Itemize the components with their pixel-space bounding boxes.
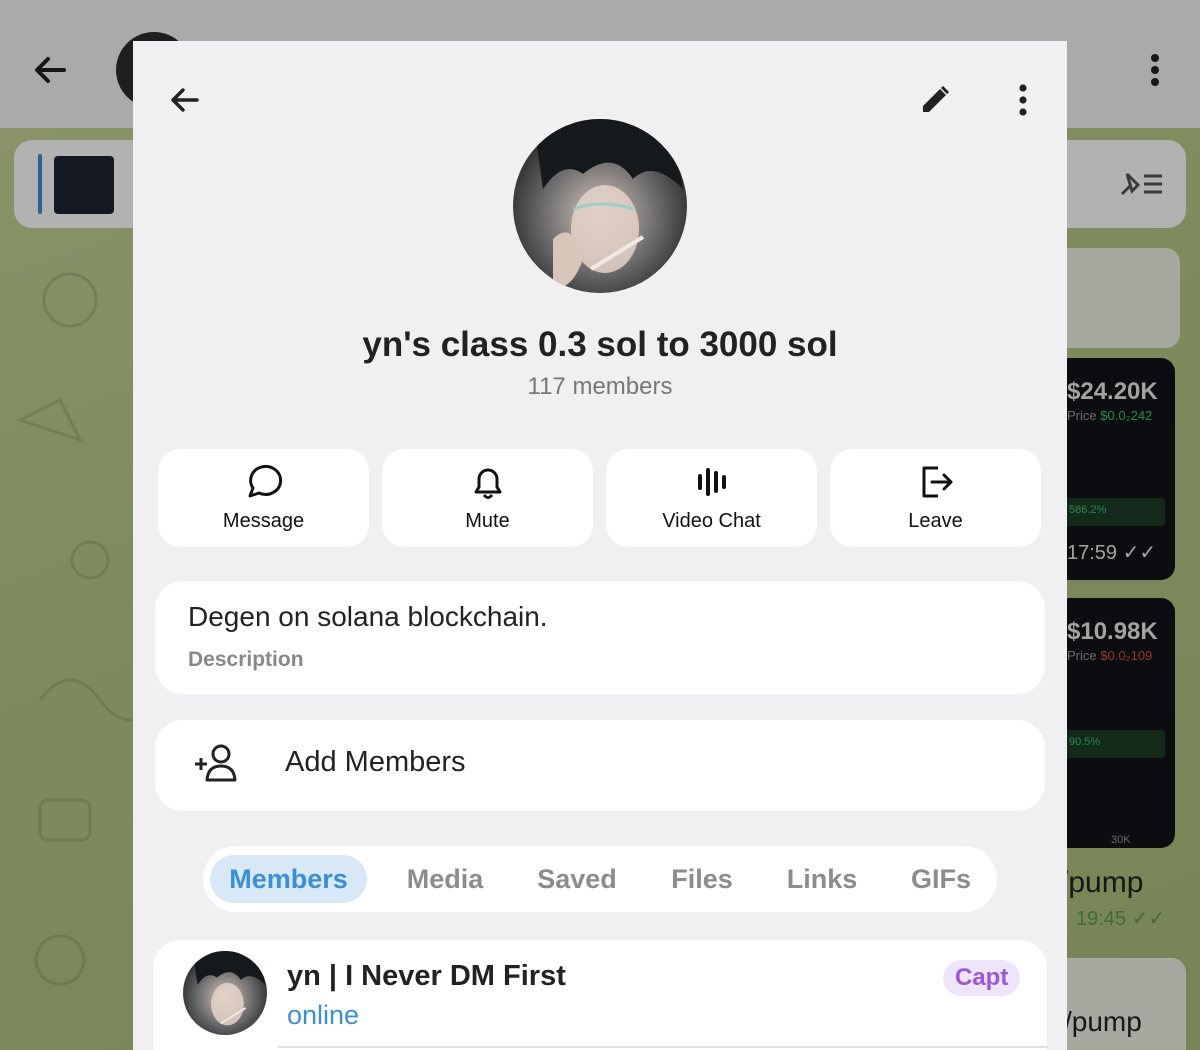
- admin-badge: Capt: [943, 960, 1021, 996]
- member-status: online: [287, 1000, 360, 1030]
- member-name: yn | I Never DM First: [287, 960, 566, 992]
- avatar: [183, 951, 267, 1035]
- leave-button[interactable]: Leave: [830, 449, 1041, 547]
- video-chat-label: Video Chat: [662, 510, 761, 532]
- mute-label: Mute: [465, 510, 510, 532]
- back-arrow-icon[interactable]: [160, 76, 208, 124]
- video-chat-icon: [692, 462, 732, 502]
- tab-links[interactable]: Links: [777, 855, 867, 903]
- edit-pencil-icon[interactable]: [911, 76, 959, 124]
- divider: [278, 1046, 1048, 1048]
- bell-icon: [468, 462, 508, 502]
- add-members-label: Add Members: [285, 746, 466, 778]
- members-list: yn | I Never DM First online Capt: [153, 940, 1048, 1050]
- tab-files[interactable]: Files: [663, 855, 741, 903]
- description-label: Description: [188, 648, 304, 671]
- media-tabs: Members Media Saved Files Links GIFs: [203, 846, 997, 912]
- tab-saved[interactable]: Saved: [529, 855, 625, 903]
- group-avatar[interactable]: [513, 119, 687, 293]
- mute-button[interactable]: Mute: [382, 449, 593, 547]
- message-button[interactable]: Message: [158, 449, 369, 547]
- description-text: Degen on solana blockchain.: [188, 601, 548, 632]
- message-label: Message: [222, 510, 305, 532]
- tab-media[interactable]: Media: [393, 855, 497, 903]
- member-row[interactable]: yn | I Never DM First online Capt: [153, 940, 1048, 1050]
- leave-label: Leave: [908, 510, 963, 532]
- add-member-icon: [192, 742, 240, 791]
- video-chat-button[interactable]: Video Chat: [606, 449, 817, 547]
- description-card: Degen on solana blockchain. Description: [155, 581, 1045, 694]
- group-title: yn's class 0.3 sol to 3000 sol: [362, 325, 838, 364]
- tab-members[interactable]: Members: [210, 855, 367, 903]
- more-vert-icon[interactable]: [999, 76, 1047, 124]
- members-count: 117 members: [527, 373, 673, 400]
- group-info-panel: yn's class 0.3 sol to 3000 sol 117 membe…: [133, 41, 1067, 1050]
- action-bar: Message Mute Video Chat Leave: [158, 449, 1042, 549]
- tab-gifs[interactable]: GIFs: [901, 855, 981, 903]
- leave-icon: [916, 462, 956, 502]
- message-icon: [244, 462, 284, 502]
- add-members-button[interactable]: Add Members: [155, 720, 1045, 811]
